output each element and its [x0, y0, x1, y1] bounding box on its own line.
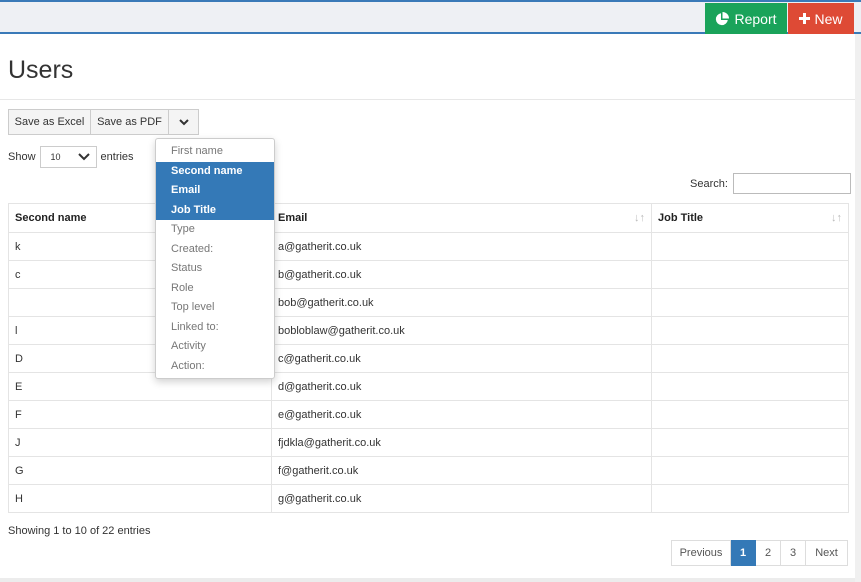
cell-job-title — [651, 456, 849, 485]
pagination-next[interactable]: Next — [806, 540, 848, 566]
column-toggle-item[interactable]: Linked to: — [156, 318, 274, 338]
search-label: Search: — [690, 177, 728, 190]
column-header-email[interactable]: Email ↓↑ — [271, 203, 652, 233]
sort-icon: ↓↑ — [634, 212, 645, 224]
table-row[interactable]: Fe@gatherit.co.uk — [8, 400, 849, 429]
column-header-label: Second name — [15, 212, 87, 224]
table-row[interactable]: l bobloblaw@gatherit.co.uk — [8, 316, 849, 345]
column-toggle-item[interactable]: First name — [156, 142, 274, 162]
length-control: Show 10 entries — [8, 146, 134, 168]
column-toggle-item[interactable]: Action: — [156, 357, 274, 377]
users-table: Second name Email ↓↑ Job Title ↓↑ k a@gat… — [8, 203, 849, 513]
new-button-label: New — [814, 10, 843, 27]
column-header-label: Email — [278, 212, 308, 224]
search-control: Search: — [690, 173, 851, 194]
column-header-label: Job Title — [658, 212, 704, 224]
scrollbar[interactable] — [855, 34, 861, 582]
table-row[interactable]: c b@gatherit.co.uk — [8, 260, 849, 289]
cell-second-name: H — [8, 484, 272, 513]
cell-email: f@gatherit.co.uk — [271, 456, 652, 485]
cell-job-title — [651, 400, 849, 429]
table-row[interactable]: k a@gatherit.co.uk — [8, 232, 849, 261]
chevron-down-icon — [178, 118, 189, 125]
column-toggle-item[interactable]: Second name — [156, 161, 274, 181]
page-title: Users — [8, 56, 74, 84]
column-toggle-item[interactable]: Activity — [156, 337, 274, 357]
column-toggle-item[interactable]: Job Title — [156, 200, 274, 220]
top-bar: Report New — [0, 0, 861, 34]
entries-select-value: 10 — [50, 152, 61, 162]
sort-icon: ↓↑ — [831, 212, 842, 224]
report-button-label: Report — [734, 10, 777, 27]
cell-job-title — [651, 344, 849, 373]
pagination-previous[interactable]: Previous — [671, 540, 731, 566]
save-pdf-button[interactable]: Save as PDF — [91, 109, 169, 135]
table-row[interactable]: Ed@gatherit.co.uk — [8, 372, 849, 401]
cell-job-title — [651, 260, 849, 289]
cell-email: g@gatherit.co.uk — [271, 484, 652, 513]
column-toggle-item[interactable]: Email — [156, 181, 274, 201]
cell-email: b@gatherit.co.uk — [271, 260, 652, 289]
column-toggle-item[interactable]: Status — [156, 259, 274, 279]
entries-select[interactable]: 10 — [39, 146, 97, 168]
column-toggle-item[interactable]: Role — [156, 279, 274, 299]
column-toggle-item[interactable]: Created: — [156, 240, 274, 260]
cell-email: fjdkla@gatherit.co.uk — [271, 428, 652, 457]
cell-job-title — [651, 372, 849, 401]
pagination: Previous 1 2 3 Next — [671, 540, 848, 566]
title-divider — [0, 99, 855, 100]
cell-second-name: F — [8, 400, 272, 429]
cell-job-title — [651, 316, 849, 345]
cell-email: bobloblaw@gatherit.co.uk — [271, 316, 652, 345]
report-button[interactable]: Report — [705, 3, 787, 34]
cell-email: e@gatherit.co.uk — [271, 400, 652, 429]
entries-label: entries — [100, 151, 134, 163]
table-row[interactable]: Gf@gatherit.co.uk — [8, 456, 849, 485]
table-info: Showing 1 to 10 of 22 entries — [8, 525, 151, 537]
search-input[interactable] — [732, 173, 851, 194]
cell-email: d@gatherit.co.uk — [271, 372, 652, 401]
column-visibility-menu: First name Second name Email Job Title Type C… — [155, 138, 275, 379]
save-excel-button[interactable]: Save as Excel — [8, 109, 91, 135]
table-header-row: Second name Email ↓↑ Job Title ↓↑ — [8, 203, 849, 233]
new-button[interactable]: New — [788, 3, 854, 34]
cell-job-title — [651, 428, 849, 457]
column-header-job-title[interactable]: Job Title ↓↑ — [651, 203, 849, 233]
cell-second-name: J — [8, 428, 272, 457]
cell-job-title — [651, 288, 849, 317]
pagination-page-2[interactable]: 2 — [756, 540, 781, 566]
table-row[interactable]: Dc@gatherit.co.uk — [8, 344, 849, 373]
table-row[interactable]: Hg@gatherit.co.uk — [8, 484, 849, 513]
table-row[interactable]: bob@gatherit.co.uk — [8, 288, 849, 317]
export-button-group: Save as Excel Save as PDF — [8, 109, 199, 135]
table-row[interactable]: Jfjdkla@gatherit.co.uk — [8, 428, 849, 457]
bottom-edge — [0, 578, 855, 582]
show-label: Show — [8, 151, 36, 163]
cell-job-title — [651, 232, 849, 261]
cell-second-name: G — [8, 456, 272, 485]
plus-icon — [799, 13, 811, 24]
cell-email: c@gatherit.co.uk — [271, 344, 652, 373]
column-toggle-item[interactable]: Top level — [156, 298, 274, 318]
cell-email: bob@gatherit.co.uk — [271, 288, 652, 317]
column-visibility-button[interactable] — [169, 109, 199, 135]
pagination-page-1[interactable]: 1 — [731, 540, 756, 566]
chevron-down-icon — [77, 153, 90, 161]
cell-email: a@gatherit.co.uk — [271, 232, 652, 261]
cell-job-title — [651, 484, 849, 513]
column-toggle-item[interactable]: Type — [156, 220, 274, 240]
pie-chart-icon — [716, 11, 730, 25]
pagination-page-3[interactable]: 3 — [781, 540, 806, 566]
